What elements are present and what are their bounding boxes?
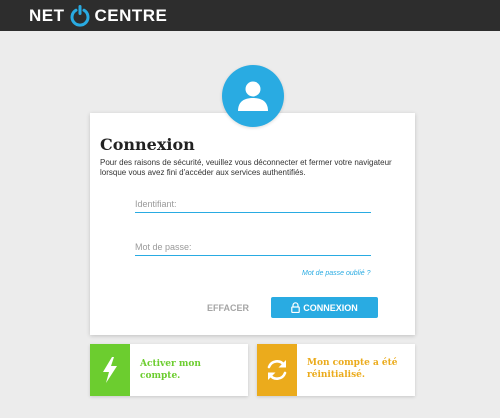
user-icon <box>238 81 268 111</box>
brand-name-right: CENTRE <box>94 6 168 25</box>
account-reset-tile[interactable]: Mon compte a été réinitialisé. <box>257 344 415 396</box>
activate-account-label: Activer mon compte. <box>140 359 201 381</box>
account-reset-label: Mon compte a été réinitialisé. <box>307 358 398 380</box>
login-title: Connexion <box>100 135 195 154</box>
lock-icon <box>291 302 301 313</box>
security-notice: Pour des raisons de sécurité, veuillez v… <box>100 158 392 177</box>
identifier-input[interactable] <box>135 196 371 213</box>
brand-logo[interactable]: NET CENTRE <box>29 5 167 27</box>
clear-button-label: EFFACER <box>206 303 249 313</box>
top-bar: NET CENTRE <box>0 0 500 31</box>
login-card: Connexion Pour des raisons de sécurité, … <box>90 113 415 335</box>
lightning-icon <box>103 357 117 383</box>
reset-tile-icon-box <box>257 344 297 396</box>
brand-name-left: NET <box>29 6 65 25</box>
power-ring-icon <box>69 5 91 27</box>
connect-button[interactable]: CONNEXION <box>271 297 378 318</box>
refresh-icon <box>267 360 287 380</box>
clear-button[interactable]: EFFACER <box>200 301 256 315</box>
activate-account-tile[interactable]: Activer mon compte. <box>90 344 248 396</box>
password-input[interactable] <box>135 239 371 256</box>
forgot-password-link[interactable]: Mot de passe oublié ? <box>302 270 371 277</box>
user-avatar <box>222 65 284 127</box>
activate-tile-icon-box <box>90 344 130 396</box>
connect-button-label: CONNEXION <box>303 302 358 313</box>
